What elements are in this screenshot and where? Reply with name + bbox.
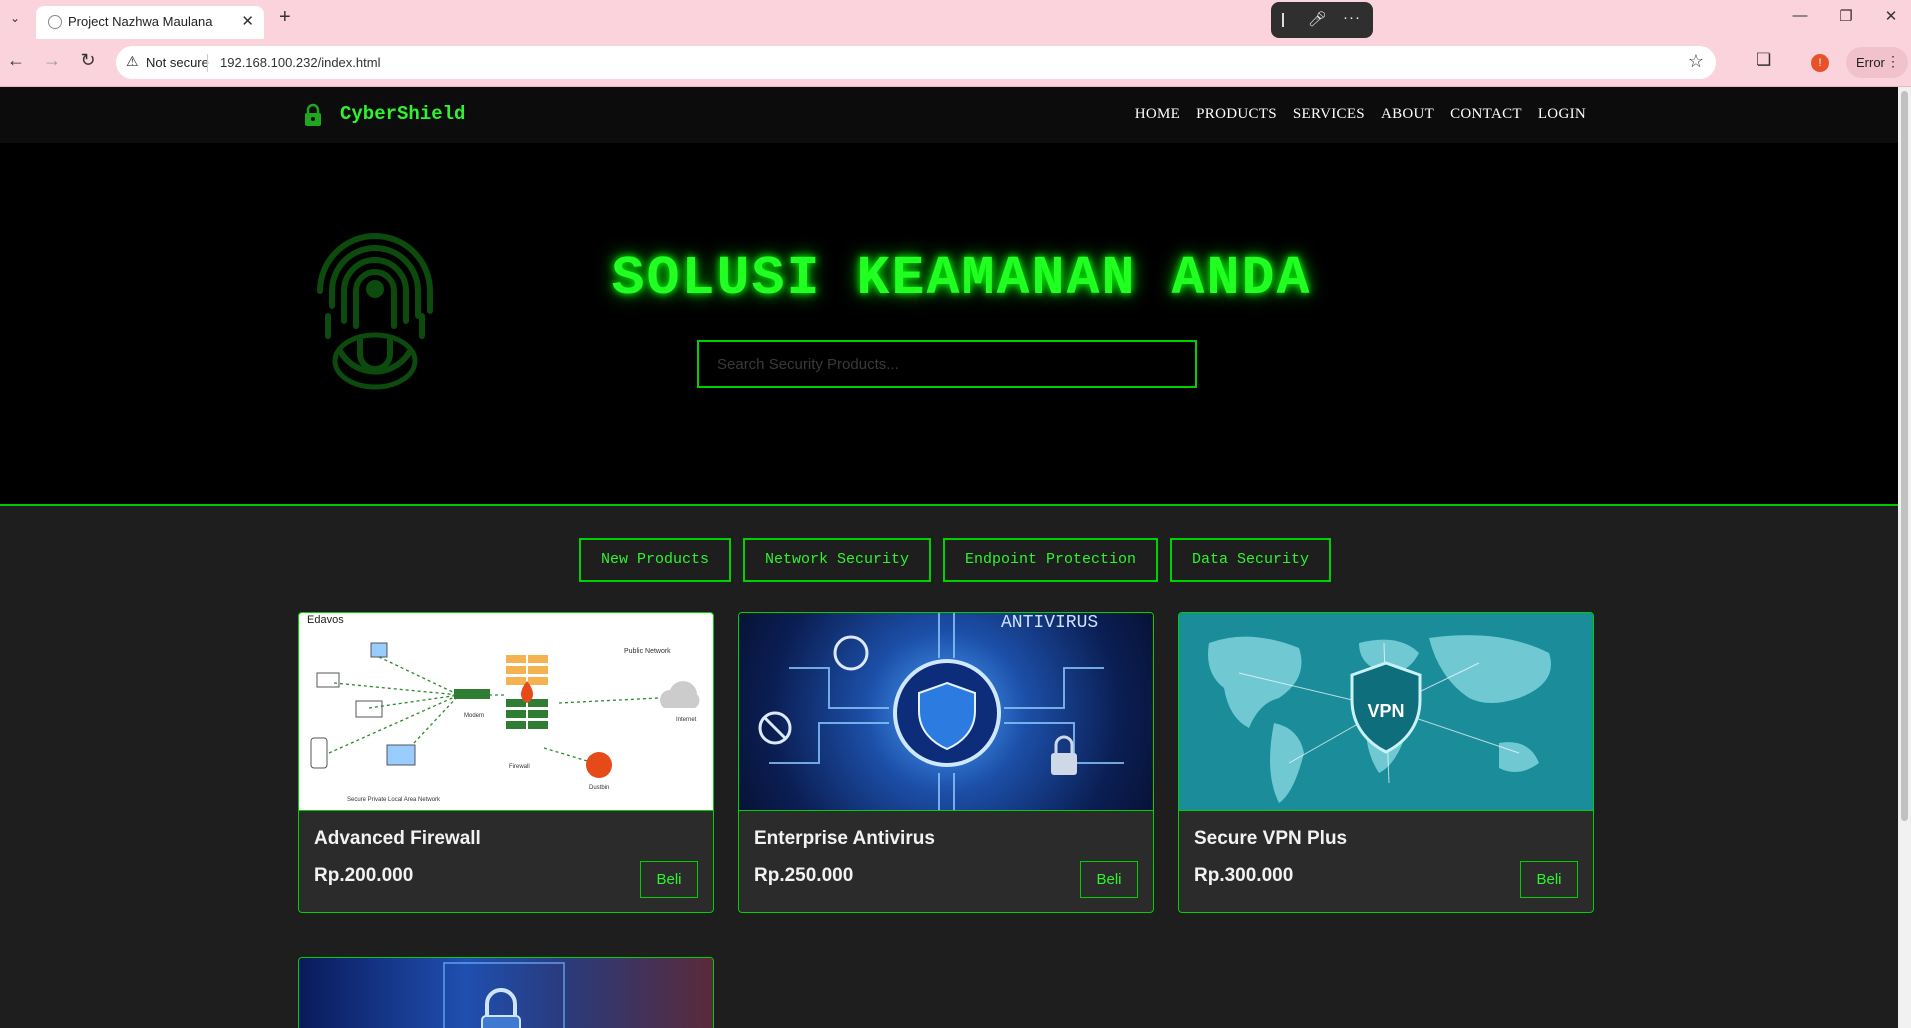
buy-button[interactable]: Beli (1520, 861, 1578, 898)
hero-section: SOLUSI KEAMANAN ANDA (0, 143, 1898, 506)
vpn-world-map-icon: VPN (1208, 635, 1551, 803)
diagram-brand: Edavos (307, 614, 344, 626)
buy-button[interactable]: Beli (640, 861, 698, 898)
profile-avatar[interactable]: ! (1811, 54, 1829, 72)
new-tab-button[interactable]: + (279, 6, 291, 29)
product-card: VPN Secure VPN Plus Rp.300.000 Beli (1178, 612, 1594, 913)
vpn-badge-text: VPN (1367, 701, 1404, 721)
divider-icon (1282, 13, 1284, 27)
divider (207, 54, 208, 72)
page-scrollbar[interactable] (1898, 87, 1911, 1028)
error-menu-button[interactable]: Error ⋮ (1846, 47, 1908, 78)
firewall-diagram-icon: Edavos Public Network Modem Internet Fir… (307, 614, 700, 803)
nav-services[interactable]: SERVICES (1293, 106, 1365, 123)
category-filters: New Products Network Security Endpoint P… (0, 538, 1898, 582)
product-name: Enterprise Antivirus (754, 828, 935, 849)
browser-tabbar: ⌄ Project Nazhwa Maulana ✕ + 🎤︎ ··· — ❐ … (0, 0, 1911, 39)
filter-data-security[interactable]: Data Security (1170, 538, 1332, 582)
back-icon[interactable]: ← (4, 50, 28, 71)
scrollbar-thumb[interactable] (1901, 91, 1908, 821)
hero-title: SOLUSI KEAMANAN ANDA (611, 247, 1312, 310)
product-price: Rp.300.000 (1194, 865, 1294, 886)
diagram-label-public-network: Public Network (624, 648, 671, 655)
security-status[interactable]: Not secure (146, 55, 209, 70)
reload-icon[interactable]: ↻ (76, 50, 100, 71)
more-icon[interactable]: ··· (1343, 9, 1361, 26)
buy-button[interactable]: Beli (1080, 861, 1138, 898)
warning-icon: ⚠ (126, 53, 139, 69)
product-image-vpn: VPN (1179, 613, 1593, 811)
address-bar[interactable]: ⚠ Not secure 192.168.100.232/index.html … (116, 46, 1716, 79)
site-navbar: CyberShield HOME PRODUCTS SERVICES ABOUT… (0, 87, 1898, 143)
product-card (298, 957, 714, 1028)
diagram-label-internet: Internet (676, 717, 697, 723)
page-viewport: CyberShield HOME PRODUCTS SERVICES ABOUT… (0, 87, 1898, 1028)
kebab-menu-icon: ⋮ (1886, 53, 1900, 69)
nav-contact[interactable]: CONTACT (1450, 106, 1522, 123)
browser-toolbar: ← → ↻ ⚠ Not secure 192.168.100.232/index… (0, 39, 1911, 87)
padlock-icon (443, 962, 565, 1028)
globe-icon (48, 15, 62, 29)
product-card: Edavos Public Network Modem Internet Fir… (298, 612, 714, 913)
restore-icon[interactable]: ❐ (1826, 7, 1866, 25)
brand-logo-text[interactable]: CyberShield (340, 103, 465, 125)
diagram-label-firewall: Firewall (509, 764, 530, 770)
minimize-icon[interactable]: — (1780, 7, 1820, 24)
filter-new-products[interactable]: New Products (578, 538, 731, 582)
lock-icon (305, 103, 321, 126)
product-card: ANTIVIRUS Enterprise Antivirus Rp.250.00… (738, 612, 1154, 913)
tab-list-chevron-icon[interactable]: ⌄ (6, 9, 24, 27)
product-price: Rp.200.000 (314, 865, 414, 886)
extensions-icon[interactable]: ❏ (1756, 50, 1771, 70)
product-name: Secure VPN Plus (1194, 828, 1348, 849)
antivirus-shield-icon: ANTIVIRUS (758, 613, 1124, 810)
antivirus-text: ANTIVIRUS (1001, 613, 1098, 633)
nav-products[interactable]: PRODUCTS (1196, 106, 1277, 123)
nav-about[interactable]: ABOUT (1381, 106, 1434, 123)
filter-network-security[interactable]: Network Security (742, 538, 931, 582)
error-label: Error (1856, 55, 1885, 70)
microphone-icon[interactable]: 🎤︎ (1308, 10, 1327, 28)
product-image-data-security (299, 958, 713, 1028)
close-icon[interactable]: ✕ (241, 12, 254, 30)
media-controls: 🎤︎ ··· (1271, 2, 1373, 38)
browser-tab[interactable]: Project Nazhwa Maulana ✕ (36, 6, 264, 39)
close-window-icon[interactable]: ✕ (1871, 7, 1911, 25)
product-price: Rp.250.000 (754, 865, 854, 886)
diagram-label-modem: Modem (464, 713, 484, 719)
product-image-antivirus: ANTIVIRUS (739, 613, 1153, 811)
forward-icon[interactable]: → (40, 50, 64, 71)
nav-login[interactable]: LOGIN (1538, 106, 1586, 123)
filter-endpoint-protection[interactable]: Endpoint Protection (943, 538, 1159, 582)
firewall-wall (506, 655, 548, 729)
search-input[interactable] (697, 340, 1197, 388)
product-image-firewall: Edavos Public Network Modem Internet Fir… (299, 613, 713, 811)
main-menu: HOME PRODUCTS SERVICES ABOUT CONTACT LOG… (1119, 106, 1586, 123)
tab-title: Project Nazhwa Maulana (68, 14, 213, 29)
product-name: Advanced Firewall (314, 828, 481, 849)
diagram-label-lan: Secure Private Local Area Network (347, 797, 441, 803)
nav-home[interactable]: HOME (1135, 106, 1180, 123)
bookmark-star-icon[interactable]: ☆ (1688, 51, 1704, 72)
url-text[interactable]: 192.168.100.232/index.html (220, 55, 380, 70)
diagram-label-dustbin: Dustbin (589, 785, 609, 791)
